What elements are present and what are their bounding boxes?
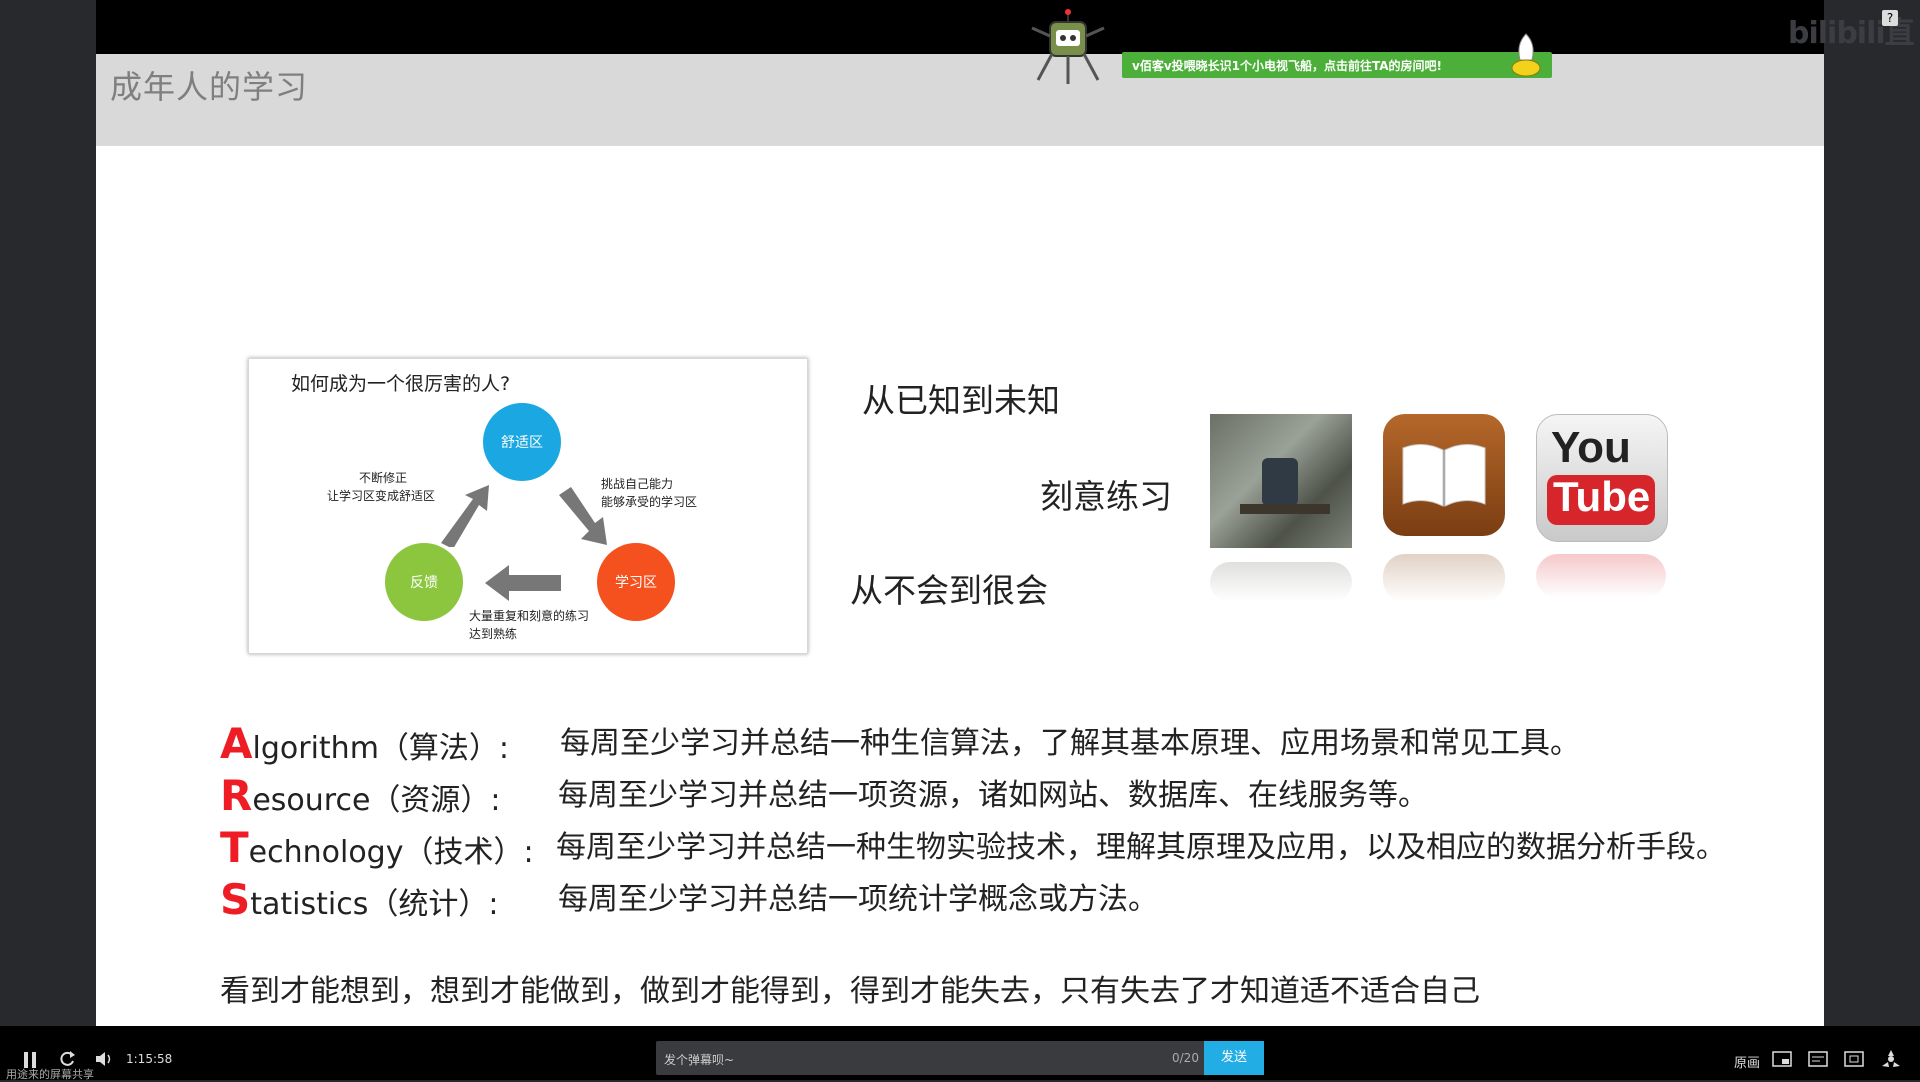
note-right-2: 能够承受的学习区 bbox=[601, 495, 698, 509]
phrase-known-to-unknown: 从已知到未知 bbox=[862, 381, 1060, 420]
art-description: 每周至少学习并总结一项统计学概念或方法。 bbox=[558, 882, 1158, 917]
robot-mascot-icon[interactable] bbox=[1026, 8, 1110, 88]
study-photo bbox=[1210, 414, 1352, 548]
help-icon[interactable]: ? bbox=[1882, 10, 1898, 26]
fullscreen-icon[interactable] bbox=[1880, 1048, 1902, 1070]
top-bar bbox=[96, 0, 1824, 54]
comfort-zone-circle: 舒适区 bbox=[483, 403, 561, 481]
open-book-icon bbox=[1402, 444, 1486, 507]
art-row-resource: Resource（资源）: 每周至少学习并总结一项资源，诸如网站、数据库、在线服… bbox=[220, 771, 1428, 820]
book-app-icon bbox=[1383, 414, 1505, 536]
art-term: echnology（技术）: bbox=[248, 835, 534, 870]
note-left-2: 让学习区变成舒适区 bbox=[327, 489, 436, 503]
danmaku-toggle-icon[interactable] bbox=[1808, 1050, 1828, 1068]
phrase-deliberate-practice: 刻意练习 bbox=[1040, 477, 1172, 516]
note-bottom-1: 大量重复和刻意的练习 bbox=[469, 609, 590, 623]
art-description: 每周至少学习并总结一种生信算法，了解其基本原理、应用场景和常见工具。 bbox=[560, 726, 1580, 761]
left-frame bbox=[0, 0, 96, 1080]
photo-reflection bbox=[1210, 562, 1352, 602]
book-reflection bbox=[1383, 554, 1505, 602]
note-left-1: 不断修正 bbox=[359, 471, 408, 485]
person-figure bbox=[1262, 458, 1298, 506]
art-term: lgorithm（算法）: bbox=[252, 731, 510, 766]
danmaku-placeholder: 发个弹幕呗~ bbox=[664, 1053, 735, 1067]
youtube-reflection bbox=[1536, 554, 1666, 598]
quality-selector[interactable]: 原画 bbox=[1734, 1052, 1760, 1071]
diagram-heading: 如何成为一个很厉害的人? bbox=[291, 373, 511, 395]
youtube-you-text: You bbox=[1551, 423, 1631, 472]
send-danmaku-button[interactable]: 发送 bbox=[1204, 1041, 1264, 1075]
desk-shape bbox=[1240, 504, 1330, 514]
rocket-icon bbox=[1511, 33, 1541, 77]
web-fullscreen-icon[interactable] bbox=[1844, 1050, 1864, 1068]
arrow-left-icon bbox=[485, 565, 561, 601]
youtube-app-icon: You Tube bbox=[1536, 414, 1668, 542]
learning-zone-diagram: 如何成为一个很厉害的人? 舒适区 学习区 反馈 不断修正 让学习区变成舒适区 挑… bbox=[248, 358, 808, 654]
art-row-algorithm: Algorithm（算法）: 每周至少学习并总结一种生信算法，了解其基本原理、应… bbox=[220, 719, 1580, 768]
art-term: tatistics（统计）: bbox=[250, 887, 499, 922]
learning-zone-circle: 学习区 bbox=[597, 543, 675, 621]
art-letter: T bbox=[220, 823, 249, 872]
presentation-slide: 成年人的学习 如何成为一个很厉害的人? 舒适区 学习区 反馈 不断修正 让学习区… bbox=[96, 54, 1824, 1026]
art-letter: A bbox=[220, 719, 253, 768]
art-letter: S bbox=[220, 875, 251, 924]
danmaku-input[interactable]: 发个弹幕呗~ 0/20 bbox=[656, 1041, 1264, 1075]
footer-quote: 看到才能想到，想到才能做到，做到才能得到，得到才能失去，只有失去了才知道适不适合… bbox=[220, 974, 1480, 1009]
art-description: 每周至少学习并总结一项资源，诸如网站、数据库、在线服务等。 bbox=[558, 778, 1428, 813]
pip-icon[interactable] bbox=[1772, 1050, 1792, 1068]
slide-header: 成年人的学习 bbox=[96, 54, 1824, 146]
feedback-circle: 反馈 bbox=[385, 543, 463, 621]
right-frame bbox=[1824, 0, 1920, 1080]
art-term: esource（资源）: bbox=[252, 783, 501, 818]
danmaku-count: 0/20 bbox=[1172, 1051, 1199, 1065]
arrow-up-right-icon bbox=[441, 485, 489, 547]
art-row-statistics: Statistics（统计）: 每周至少学习并总结一项统计学概念或方法。 bbox=[220, 875, 1158, 924]
volume-icon[interactable] bbox=[94, 1050, 114, 1068]
note-bottom-2: 达到熟练 bbox=[469, 627, 518, 641]
phrase-novice-to-expert: 从不会到很会 bbox=[850, 571, 1048, 610]
art-row-technology: Technology（技术）: 每周至少学习并总结一种生物实验技术，理解其原理及… bbox=[220, 823, 1726, 872]
gift-banner-text: v佰客v投喂晓长识1个小电视飞船，点击前往TA的房间吧! bbox=[1132, 59, 1443, 73]
gift-banner[interactable]: v佰客v投喂晓长识1个小电视飞船，点击前往TA的房间吧! bbox=[1122, 52, 1552, 78]
art-description: 每周至少学习并总结一种生物实验技术，理解其原理及应用，以及相应的数据分析手段。 bbox=[556, 830, 1726, 865]
slide-title: 成年人的学习 bbox=[110, 68, 309, 106]
note-right-1: 挑战自己能力 bbox=[601, 477, 674, 491]
youtube-tube-text: Tube bbox=[1553, 473, 1651, 520]
art-letter: R bbox=[220, 771, 253, 820]
elapsed-time: 1:15:58 bbox=[126, 1052, 173, 1066]
